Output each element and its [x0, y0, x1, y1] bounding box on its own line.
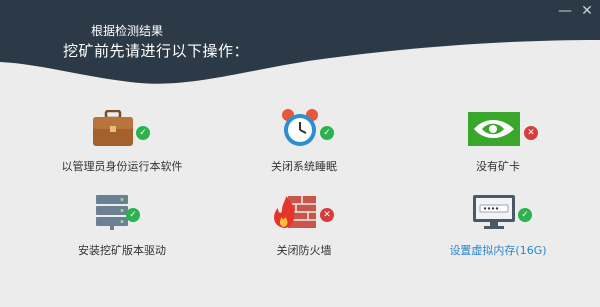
item-disable-firewall: ✕ 关闭防火墙	[234, 192, 374, 262]
status-ok-icon: ✓	[320, 126, 334, 140]
alarm-clock-icon	[282, 109, 318, 146]
item-label: 关闭系统睡眠	[271, 160, 337, 173]
status-ok-icon: ✓	[518, 208, 532, 222]
item-run-as-admin: ✓ 以管理员身份运行本软件	[52, 108, 192, 178]
server-icon	[96, 195, 128, 230]
item-label: 没有矿卡	[476, 160, 520, 173]
nvidia-icon	[468, 112, 520, 146]
status-fail-icon: ✕	[320, 208, 334, 222]
header-subtitle: 根据检测结果	[91, 24, 164, 38]
item-label: 以管理员身份运行本软件	[61, 160, 183, 173]
item-disable-sleep: ✓ 关闭系统睡眠	[234, 108, 374, 178]
item-set-virtual-memory[interactable]: ✓ 设置虚拟内存(16G)	[428, 192, 568, 262]
virtual-memory-link[interactable]: 设置虚拟内存(16G)	[428, 242, 568, 258]
briefcase-icon	[93, 110, 133, 146]
header: 根据检测结果 挖矿前先请进行以下操作： — ✕	[0, 0, 600, 95]
item-label: 安装挖矿版本驱动	[78, 244, 166, 257]
header-title: 挖矿前先请进行以下操作：	[63, 42, 250, 60]
firewall-icon	[274, 196, 316, 228]
status-ok-icon: ✓	[136, 126, 150, 140]
item-label: 关闭防火墙	[276, 244, 332, 257]
item-no-mining-card: ✕ 没有矿卡	[428, 108, 568, 178]
status-fail-icon: ✕	[524, 126, 538, 140]
item-install-driver: ✓ 安装挖矿版本驱动	[52, 192, 192, 262]
status-ok-icon: ✓	[126, 208, 140, 222]
minimize-button[interactable]: —	[556, 3, 574, 19]
close-button[interactable]: ✕	[578, 3, 596, 19]
monitor-password-icon	[473, 195, 515, 229]
